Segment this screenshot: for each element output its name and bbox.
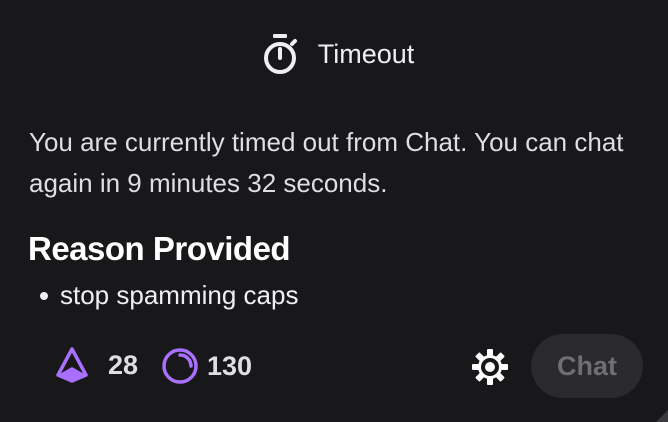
channel-points-balance[interactable]: 130 <box>161 347 252 385</box>
bits-count: 28 <box>108 349 139 380</box>
channel-points-icon <box>162 348 198 384</box>
channel-points-count: 130 <box>207 350 253 381</box>
chat-footer: 28 130 Chat <box>0 334 668 398</box>
bits-diamond-icon <box>56 347 88 383</box>
reason-item: stop spamming caps <box>40 280 298 311</box>
timeout-header: Timeout <box>0 30 668 78</box>
bits-balance[interactable]: 28 <box>56 347 138 383</box>
bullet-icon <box>40 291 48 300</box>
chat-button[interactable]: Chat <box>531 334 643 398</box>
resize-corner <box>656 410 668 422</box>
timeout-message: You are currently timed out from Chat. Y… <box>29 127 624 198</box>
gear-icon[interactable] <box>470 347 510 387</box>
reason-item-text: stop spamming caps <box>60 280 299 310</box>
reason-heading: Reason Provided <box>28 230 291 267</box>
timeout-title: Timeout <box>317 38 415 69</box>
stopwatch-icon <box>263 34 297 74</box>
reason-list: stop spamming caps <box>40 280 298 311</box>
